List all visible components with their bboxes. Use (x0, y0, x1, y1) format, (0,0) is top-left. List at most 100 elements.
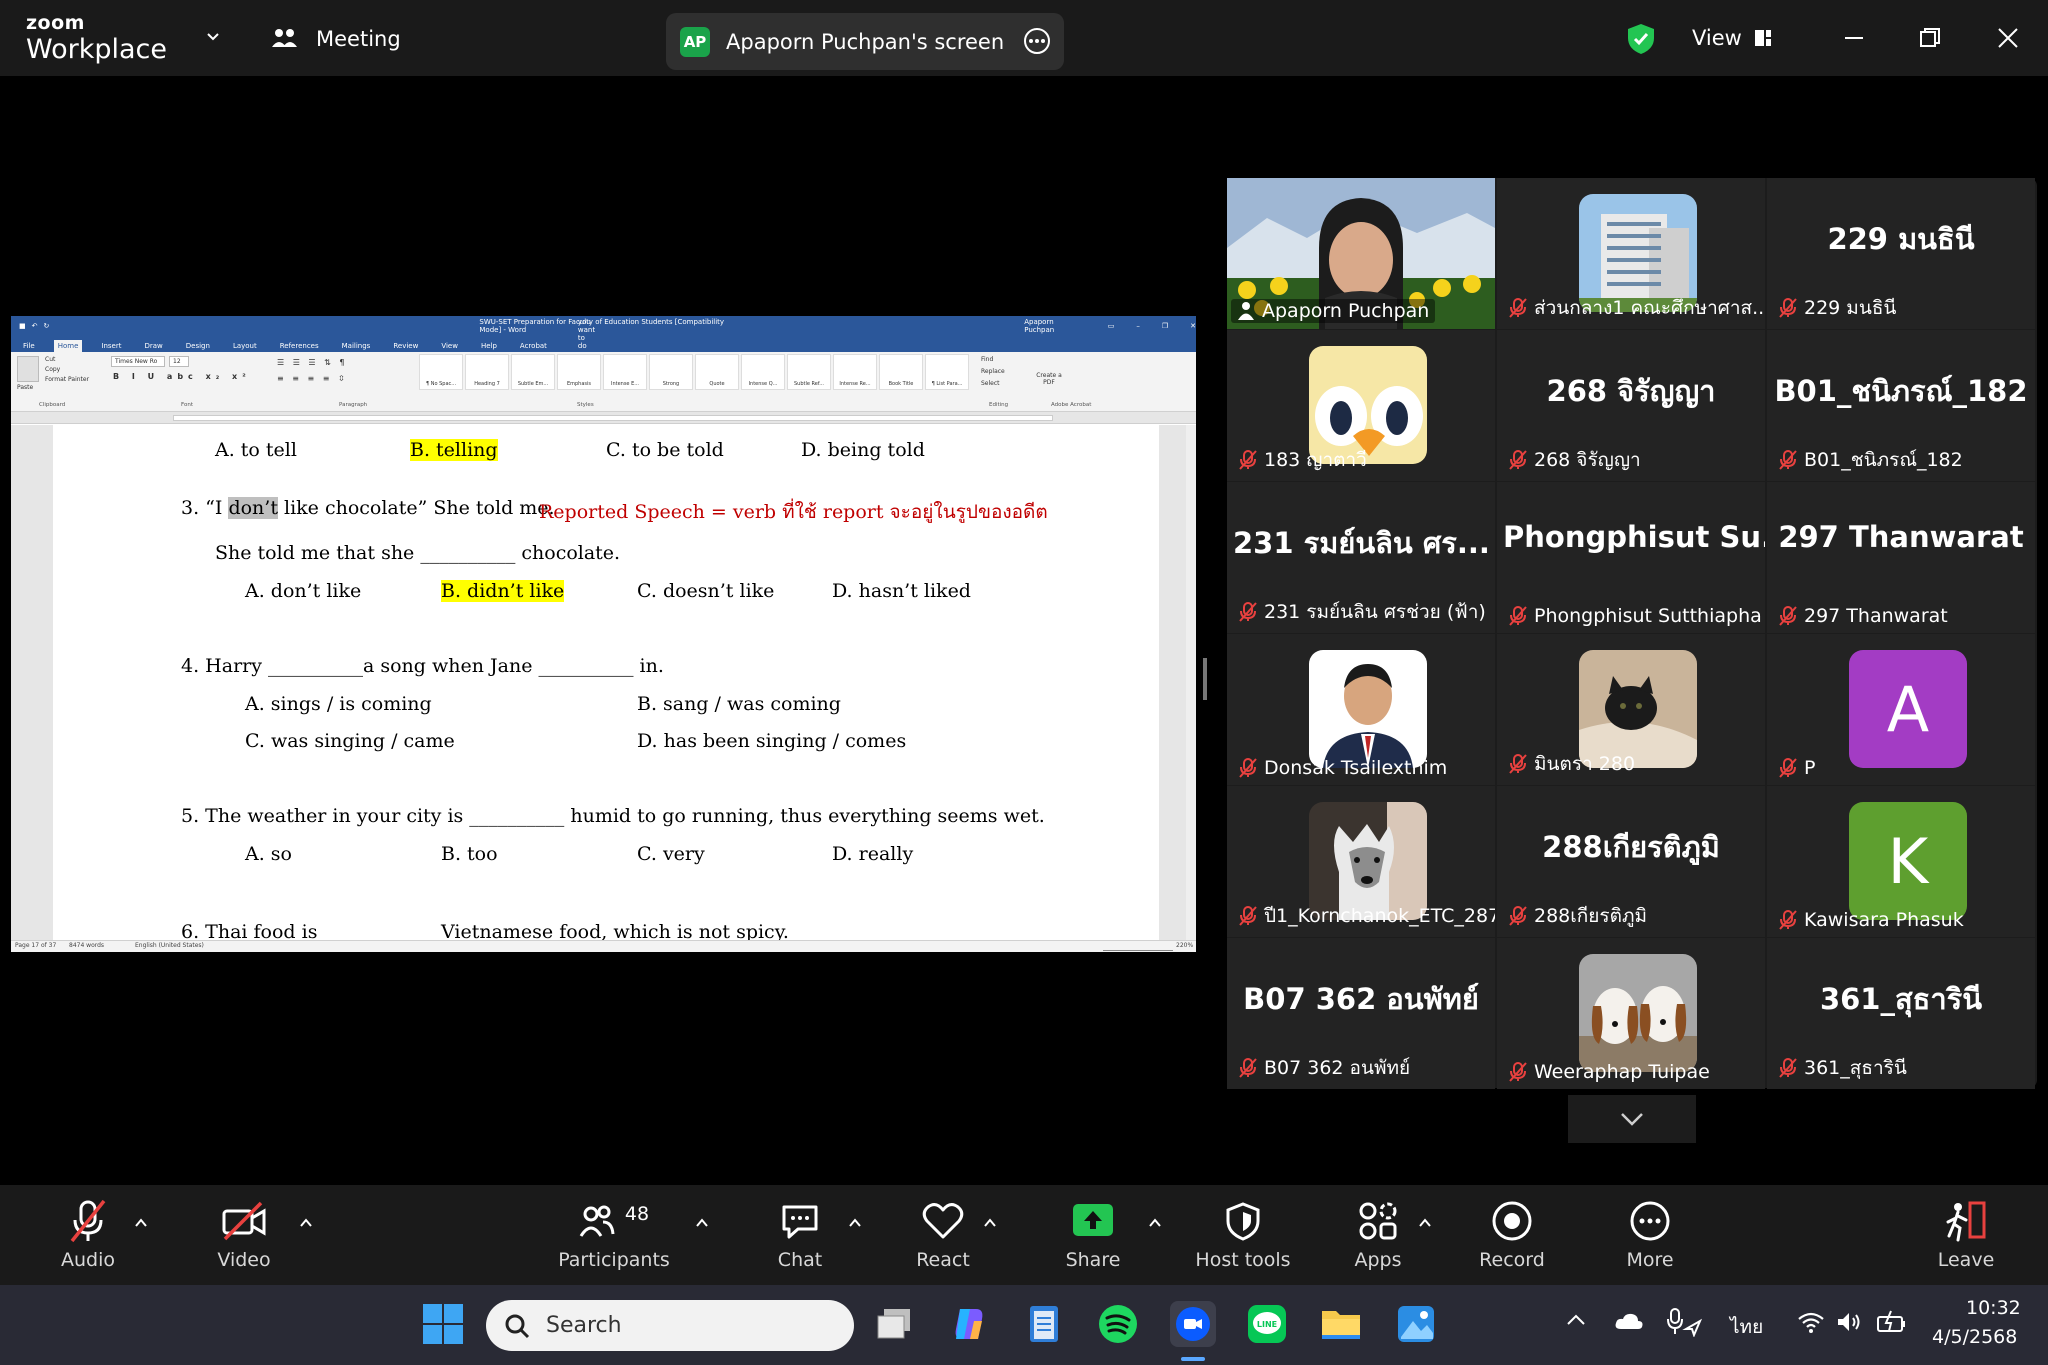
ribbon-tab-draw[interactable]: Draw (140, 340, 166, 352)
minimize-icon[interactable] (1842, 26, 1866, 50)
paragraph-buttons[interactable]: ☰ ☰ ☰ ⇅ ¶ (277, 358, 347, 367)
document-scrollbar[interactable] (1186, 425, 1196, 940)
participant-tile[interactable]: ปี1_Kornchanok_ETC_287 (1227, 786, 1495, 937)
audio-options-caret-icon[interactable] (134, 1217, 148, 1229)
style-swatch[interactable]: Emphasis (557, 354, 601, 390)
leave-button[interactable]: Leave (1901, 1199, 2031, 1271)
participant-tile[interactable]: B07 362 อนพัทย์ B07 362 อนพัทย์ (1227, 938, 1495, 1089)
style-swatch[interactable]: Quote (695, 354, 739, 390)
meeting-info-button[interactable]: Meeting (272, 27, 401, 51)
participant-tile[interactable]: K Kawisara Phasuk (1767, 786, 2035, 937)
word-minimize-icon[interactable]: – (1136, 322, 1140, 330)
font-name-box[interactable]: Times New Ro (111, 356, 165, 367)
ribbon-tab-review[interactable]: Review (389, 340, 422, 352)
alignment-buttons[interactable]: ≡ ≡ ≡ ≡ ⇳ (277, 374, 348, 383)
language-status[interactable]: English (United States) (135, 942, 204, 949)
onedrive-cloud-icon[interactable] (1614, 1311, 1644, 1331)
chevron-up-icon[interactable] (1566, 1313, 1586, 1327)
react-options-caret-icon[interactable] (983, 1217, 997, 1229)
participant-tile[interactable]: Phongphisut Su... Phongphisut Sutthiapha (1497, 482, 1765, 633)
style-swatch[interactable]: Heading 7 (465, 354, 509, 390)
ribbon-tab-insert[interactable]: Insert (97, 340, 125, 352)
react-button[interactable]: React (878, 1199, 1008, 1271)
style-swatch[interactable]: Strong (649, 354, 693, 390)
save-icon[interactable]: ■ (19, 322, 26, 330)
style-swatch[interactable]: Book Title (879, 354, 923, 390)
participant-tile[interactable]: 361_สุธารินี 361_สุธารินี (1767, 938, 2035, 1089)
clock-time[interactable]: 10:32 (1966, 1297, 2021, 1319)
more-button[interactable]: More (1585, 1199, 1715, 1271)
share-screen-button[interactable]: Share (1028, 1199, 1158, 1271)
style-swatch[interactable]: Subtle Ref... (787, 354, 831, 390)
font-size-box[interactable]: 12 (169, 356, 189, 367)
windows-start-icon[interactable] (420, 1301, 466, 1347)
ribbon-tab-references[interactable]: References (276, 340, 323, 352)
select-button[interactable]: Select (981, 380, 1000, 387)
wifi-icon[interactable] (1798, 1311, 1824, 1333)
video-button[interactable]: Video (179, 1199, 309, 1271)
replace-button[interactable]: Replace (981, 368, 1005, 375)
ribbon-tab-acrobat[interactable]: Acrobat (516, 340, 551, 352)
style-swatch[interactable]: ¶ No Spac... (419, 354, 463, 390)
more-options-icon[interactable] (1022, 26, 1052, 56)
participant-tile[interactable]: ส่วนกลาง1 คณะศึกษาศาส... (1497, 178, 1765, 329)
format-painter-button[interactable]: Format Painter (45, 376, 89, 383)
create-pdf-button[interactable]: Create a PDF (1031, 372, 1067, 386)
style-swatch[interactable]: Intense E... (603, 354, 647, 390)
screen-share-pill[interactable]: AP Apaporn Puchpan's screen (666, 13, 1064, 70)
input-language[interactable]: ไทย (1730, 1312, 1763, 1342)
page-count[interactable]: Page 17 of 37 (15, 942, 56, 949)
ribbon-tab-file[interactable]: File (19, 340, 39, 352)
ribbon-tab-layout[interactable]: Layout (229, 340, 261, 352)
line-icon[interactable]: LINE (1244, 1301, 1290, 1347)
style-swatch[interactable]: Intense Q... (741, 354, 785, 390)
participant-tile[interactable]: AP (1767, 634, 2035, 785)
volume-icon[interactable] (1836, 1311, 1862, 1333)
ribbon-tab-design[interactable]: Design (182, 340, 214, 352)
paste-icon[interactable] (17, 356, 39, 382)
participant-tile[interactable]: 297 Thanwarat 297 Thanwarat (1767, 482, 2035, 633)
participant-tile[interactable]: Apaporn Puchpan (1227, 178, 1495, 329)
audio-button[interactable]: Audio (23, 1199, 153, 1271)
style-swatch[interactable]: Intense Re... (833, 354, 877, 390)
copy-button[interactable]: Copy (45, 366, 60, 373)
word-restore-icon[interactable]: ❐ (1162, 322, 1168, 330)
chevron-down-icon[interactable] (206, 30, 220, 44)
participants-options-caret-icon[interactable] (695, 1217, 709, 1229)
ribbon-tab-mailings[interactable]: Mailings (338, 340, 375, 352)
font-format-buttons[interactable]: B I U abc x₂ x² (113, 372, 251, 381)
ribbon-tab-home[interactable]: Home (53, 340, 83, 352)
taskbar-search-box[interactable]: Search (486, 1300, 854, 1351)
style-swatch[interactable]: ¶ List Para... (925, 354, 969, 390)
find-button[interactable]: Find (981, 356, 993, 363)
view-button[interactable]: View (1692, 26, 1772, 50)
apps-button[interactable]: Apps (1313, 1199, 1443, 1271)
chat-options-caret-icon[interactable] (848, 1217, 862, 1229)
redo-icon[interactable]: ↻ (44, 322, 50, 330)
undo-icon[interactable]: ↶ (32, 322, 38, 330)
participant-tile[interactable]: 229 มนธินี 229 มนธินี (1767, 178, 2035, 329)
share-options-caret-icon[interactable] (1148, 1217, 1162, 1229)
ribbon-tab-view[interactable]: View (437, 340, 462, 352)
participant-tile[interactable]: 268 จิรัญญา 268 จิรัญญา (1497, 330, 1765, 481)
document-page[interactable]: A. to tell B. telling C. to be told D. b… (53, 425, 1159, 940)
microphone-location-icon[interactable] (1666, 1307, 1702, 1337)
participant-tile[interactable]: Weeraphap Tuipae (1497, 938, 1765, 1089)
word-ruler[interactable] (11, 412, 1196, 424)
photos-icon[interactable] (1393, 1301, 1439, 1347)
tell-me-search[interactable]: Tell me what you want to do (574, 316, 599, 352)
ribbon-tab-help[interactable]: Help (477, 340, 501, 352)
ribbon-display-icon[interactable]: ▭ (1108, 322, 1115, 330)
style-swatch[interactable]: Subtle Em... (511, 354, 555, 390)
participant-tile[interactable]: B01_ชนิภรณ์_182 B01_ชนิภรณ์_182 (1767, 330, 2035, 481)
cut-button[interactable]: Cut (45, 356, 55, 363)
restore-icon[interactable] (1918, 26, 1942, 50)
file-explorer-icon[interactable] (1318, 1301, 1364, 1347)
word-count[interactable]: 8474 words (69, 942, 104, 949)
battery-charging-icon[interactable] (1877, 1309, 1907, 1333)
apps-options-caret-icon[interactable] (1418, 1217, 1432, 1229)
notepad-icon[interactable] (1021, 1301, 1067, 1347)
copilot-icon[interactable] (946, 1301, 992, 1347)
clock-date[interactable]: 4/5/2568 (1932, 1326, 2017, 1348)
host-tools-button[interactable]: Host tools (1178, 1199, 1308, 1271)
